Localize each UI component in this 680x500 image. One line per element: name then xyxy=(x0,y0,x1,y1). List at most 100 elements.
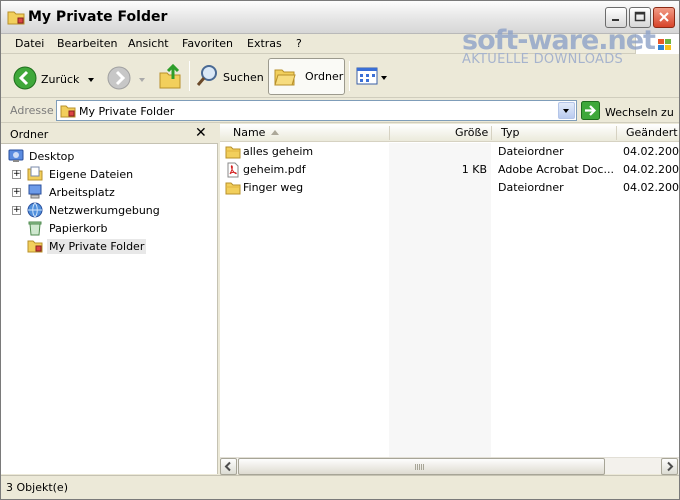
close-button[interactable] xyxy=(653,7,675,28)
folder-pane-title: Ordner xyxy=(10,128,49,141)
address-bar: Adresse My Private Folder Wechseln zu xyxy=(1,99,679,123)
file-modified: 04.02.200 xyxy=(623,145,679,158)
back-button[interactable]: Zurück xyxy=(13,66,95,93)
file-modified: 04.02.200 xyxy=(623,181,679,194)
folders-icon xyxy=(274,65,296,90)
horizontal-scrollbar[interactable] xyxy=(220,457,679,475)
views-icon xyxy=(356,67,378,88)
tree-item-label: Eigene Dateien xyxy=(49,167,134,181)
search-icon xyxy=(195,64,219,91)
watermark-logo: soft-ware.net xyxy=(462,25,656,56)
expand-icon[interactable]: + xyxy=(12,205,21,215)
tree-item-my-documents[interactable]: + Eigene Dateien xyxy=(1,165,218,183)
tree-item-my-private-folder[interactable]: My Private Folder xyxy=(1,237,218,255)
folder-icon xyxy=(225,144,241,160)
file-type: Adobe Acrobat Doc... xyxy=(498,163,614,176)
pdf-icon xyxy=(225,162,241,178)
menu-help[interactable]: ? xyxy=(296,37,302,50)
expand-icon[interactable]: + xyxy=(12,169,21,179)
watermark: soft-ware.net AKTUELLE DOWNLOADS xyxy=(462,25,656,67)
forward-dropdown-icon xyxy=(139,77,145,82)
network-icon xyxy=(27,202,43,218)
go-arrow-icon xyxy=(581,101,600,123)
status-bar: 3 Objekt(e) xyxy=(1,475,679,499)
my-documents-icon xyxy=(27,166,43,182)
tree-item-label: Papierkorb xyxy=(49,221,108,235)
menu-bearbeiten[interactable]: Bearbeiten xyxy=(57,37,117,50)
desktop-icon xyxy=(8,148,24,164)
tree-item-desktop[interactable]: Desktop xyxy=(1,147,218,165)
sort-ascending-icon xyxy=(271,130,279,135)
file-list: Name Größe Typ Geändert alles geheim Dat… xyxy=(220,124,679,475)
folders-label: Ordner xyxy=(305,70,344,83)
folder-icon xyxy=(225,180,241,196)
up-folder-button[interactable] xyxy=(158,63,182,93)
file-type: Dateiordner xyxy=(498,181,564,194)
chevron-right-icon xyxy=(667,461,674,472)
close-pane-icon[interactable]: ✕ xyxy=(195,125,207,141)
scrollbar-thumb[interactable] xyxy=(238,458,605,475)
folders-button[interactable]: Ordner xyxy=(268,58,345,95)
column-type[interactable]: Typ xyxy=(501,126,520,139)
window-title: My Private Folder xyxy=(28,9,168,25)
tree-item-recycle-bin[interactable]: Papierkorb xyxy=(1,219,218,237)
tree-item-label: Arbeitsplatz xyxy=(49,185,115,199)
file-name: alles geheim xyxy=(243,145,314,158)
menu-extras[interactable]: Extras xyxy=(247,37,282,50)
file-row[interactable]: geheim.pdf 1 KB Adobe Acrobat Doc... 04.… xyxy=(220,161,679,179)
toolbar-separator xyxy=(189,61,190,91)
search-button[interactable]: Suchen xyxy=(195,64,264,91)
column-divider[interactable] xyxy=(389,126,390,140)
address-label: Adresse xyxy=(10,104,54,117)
tree-item-label: Desktop xyxy=(29,149,75,163)
column-divider[interactable] xyxy=(616,126,617,140)
address-field[interactable]: My Private Folder xyxy=(56,100,577,121)
chevron-down-icon xyxy=(563,109,569,113)
folder-tree-pane: Ordner ✕ Desktop + Eigene Dateien + Arbe… xyxy=(1,124,218,474)
explorer-window: My Private Folder Datei Bearbeiten Ansic… xyxy=(0,0,680,500)
column-name[interactable]: Name xyxy=(233,126,265,139)
file-name: geheim.pdf xyxy=(243,163,306,176)
file-size: 1 KB xyxy=(461,163,487,176)
scroll-left-button[interactable] xyxy=(220,458,237,475)
column-modified[interactable]: Geändert xyxy=(626,126,678,139)
forward-arrow-icon xyxy=(107,66,131,93)
recycle-bin-icon xyxy=(27,220,43,236)
tree-item-label: Netzwerkumgebung xyxy=(49,203,160,217)
file-name: Finger weg xyxy=(243,181,304,194)
file-type: Dateiordner xyxy=(498,145,564,158)
address-value: My Private Folder xyxy=(79,105,175,118)
menu-ansicht[interactable]: Ansicht xyxy=(128,37,169,50)
views-dropdown-icon xyxy=(381,75,387,80)
search-label: Suchen xyxy=(223,71,264,84)
tree-item-label: My Private Folder xyxy=(47,238,147,254)
folder-pane-header: Ordner ✕ xyxy=(1,124,218,144)
private-folder-icon xyxy=(60,103,76,122)
column-size[interactable]: Größe xyxy=(455,126,488,139)
go-button[interactable]: Wechseln zu xyxy=(581,101,674,123)
back-dropdown-icon[interactable] xyxy=(88,77,95,82)
forward-button[interactable] xyxy=(107,66,145,93)
address-dropdown-button[interactable] xyxy=(558,102,575,119)
private-folder-icon xyxy=(27,238,43,254)
my-computer-icon xyxy=(27,184,43,200)
column-divider[interactable] xyxy=(491,126,492,140)
go-label: Wechseln zu xyxy=(605,105,674,119)
menu-favoriten[interactable]: Favoriten xyxy=(182,37,233,50)
toolbar-separator xyxy=(349,61,350,91)
file-modified: 04.02.200 xyxy=(623,163,679,176)
grip-icon xyxy=(415,464,425,470)
back-label: Zurück xyxy=(41,73,80,86)
folder-lock-icon xyxy=(7,9,25,25)
file-row[interactable]: Finger weg Dateiordner 04.02.200 xyxy=(220,179,679,197)
back-arrow-icon xyxy=(13,66,37,93)
tree-item-network[interactable]: + Netzwerkumgebung xyxy=(1,201,218,219)
file-row[interactable]: alles geheim Dateiordner 04.02.200 xyxy=(220,143,679,161)
status-text: 3 Objekt(e) xyxy=(6,481,68,494)
tree-item-my-computer[interactable]: + Arbeitsplatz xyxy=(1,183,218,201)
scroll-right-button[interactable] xyxy=(661,458,678,475)
menu-datei[interactable]: Datei xyxy=(15,37,44,50)
views-button[interactable] xyxy=(356,67,387,88)
column-header-row: Name Größe Typ Geändert xyxy=(220,124,679,142)
expand-icon[interactable]: + xyxy=(12,187,21,197)
